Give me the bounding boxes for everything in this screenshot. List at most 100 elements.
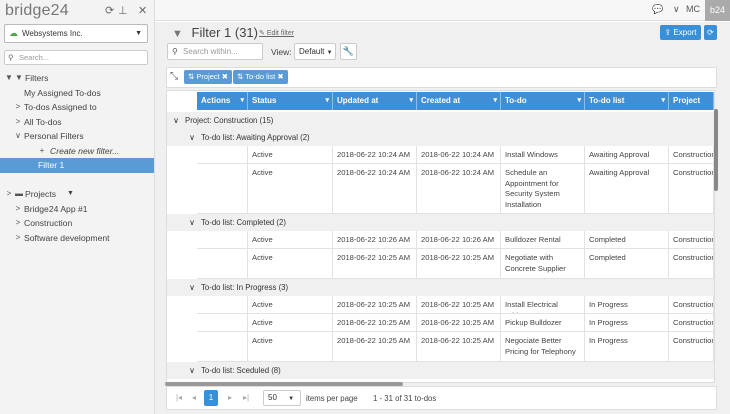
table-cell: Active: [248, 231, 333, 248]
sidebar-item[interactable]: > To-dos Assigned to: [0, 100, 154, 115]
table-row[interactable]: Active 2018-06-22 10:25 AM 2018-06-22 10:2…: [197, 296, 714, 314]
toggle-icon[interactable]: >: [5, 187, 13, 202]
group-chip-todo-list[interactable]: ⇅ To-do list ✖: [233, 70, 288, 84]
chevron-down-icon[interactable]: ▾: [661, 92, 665, 110]
column-header[interactable]: Status ▾: [248, 92, 333, 110]
horizontal-scrollbar[interactable]: [165, 382, 403, 386]
prev-page-button[interactable]: ◂: [187, 390, 201, 406]
next-page-button[interactable]: ▸: [223, 390, 237, 406]
column-header[interactable]: Project: [669, 92, 714, 110]
current-page-button[interactable]: 1: [204, 390, 218, 406]
export-button[interactable]: ⇪ Export: [660, 25, 701, 40]
table-cell: [197, 314, 248, 331]
settings-wrench-button[interactable]: 🔧: [340, 43, 357, 60]
sidebar-item[interactable]: > Bridge24 App #1: [0, 202, 154, 217]
main-panel: ▼ Filter 1 (31) ✎ Edit filter ⇪ Export ⟳…: [155, 22, 730, 414]
sidebar-item[interactable]: ▼ ▼ Filters: [0, 71, 154, 86]
table-row[interactable]: Active 2018-06-22 10:26 AM 2018-06-22 10:2…: [197, 231, 714, 249]
chat-icon[interactable]: 💬: [652, 4, 663, 15]
column-header[interactable]: To-do list ▾: [585, 92, 669, 110]
column-header[interactable]: Actions ▾: [197, 92, 248, 110]
group-row[interactable]: ∨ To-do list: In Progress (3): [167, 279, 714, 296]
table-row[interactable]: Active 2018-06-22 10:24 AM 2018-06-22 10:2…: [197, 164, 714, 214]
page-size-select[interactable]: 50 ▼: [263, 390, 301, 406]
table-row[interactable]: Active 2018-06-22 10:25 AM 2018-06-22 10:2…: [197, 332, 714, 362]
sidebar-item-label: Personal Filters: [24, 131, 84, 141]
close-icon[interactable]: ✕: [138, 4, 147, 17]
sidebar: bridge24 ⟳ ⊥ ✕ ☁ Websystems Inc. ▼ ⚲ Sea…: [0, 0, 155, 414]
sidebar-item[interactable]: > All To-dos: [0, 115, 154, 130]
column-header[interactable]: Updated at ▾: [333, 92, 417, 110]
brand-badge: b24: [705, 0, 730, 21]
first-page-button[interactable]: |◂: [172, 390, 186, 406]
pager: |◂ ◂ 1 ▸ ▸| 50 ▼ items per page 1 - 31 o…: [166, 386, 717, 410]
sidebar-item-label: Software development: [24, 232, 110, 243]
grid-search-input[interactable]: ⚲ Search within...: [167, 43, 263, 60]
pin-icon[interactable]: ⊥: [118, 4, 128, 17]
sidebar-item[interactable]: [0, 173, 154, 188]
table-cell: 2018-06-22 10:24 AM: [333, 164, 417, 213]
table-row[interactable]: Active 2018-06-22 10:24 AM 2018-06-22 10:2…: [197, 146, 714, 164]
column-header[interactable]: To-do ▾: [501, 92, 585, 110]
group-row[interactable]: ∨ Project: Construction (15): [167, 112, 714, 129]
table-cell: Construction: [669, 314, 714, 331]
chevron-down-icon[interactable]: ▾: [409, 92, 413, 110]
group-toggle-icon[interactable]: ∨: [187, 214, 197, 231]
group-toggle-icon[interactable]: ∨: [187, 129, 197, 146]
table-cell: Awaiting Approval: [585, 164, 669, 213]
refresh-icon[interactable]: ⟳: [105, 4, 114, 17]
sidebar-item-label: Bridge24 App #1: [24, 203, 88, 214]
toggle-icon[interactable]: >: [14, 202, 22, 217]
sidebar-search-input[interactable]: ⚲ Search...: [4, 50, 148, 65]
table-cell: Construction: [669, 249, 714, 278]
table-cell: Bulldozer Rental: [501, 231, 585, 248]
table-row[interactable]: Active 2018-06-22 10:25 AM 2018-06-22 10:2…: [197, 249, 714, 279]
sidebar-item[interactable]: > Software development: [0, 231, 154, 246]
view-select[interactable]: Default ▼: [294, 43, 336, 60]
group-row[interactable]: ∨ To-do list: Sceduled (8): [167, 362, 714, 379]
toggle-icon[interactable]: ▼: [5, 71, 13, 86]
toggle-icon[interactable]: >: [14, 216, 22, 231]
table-cell: Completed: [585, 231, 669, 248]
filter-icon: ▼: [172, 28, 183, 40]
caret-down-icon[interactable]: ▼: [67, 187, 74, 202]
user-initials[interactable]: MC: [686, 4, 700, 14]
column-header-label: Project: [673, 96, 701, 105]
vertical-scrollbar[interactable]: [714, 109, 718, 191]
page-range-label: 1 - 31 of 31 to-dos: [373, 394, 437, 403]
search-icon: ⚲: [172, 47, 178, 56]
table-cell: Construction: [669, 332, 714, 361]
workspace-select[interactable]: ☁ Websystems Inc. ▼: [4, 24, 148, 43]
collapse-groups-icon[interactable]: ⤡: [170, 71, 178, 82]
refresh-button[interactable]: ⟳: [704, 25, 717, 40]
toggle-icon[interactable]: >: [14, 100, 22, 115]
group-chip-project[interactable]: ⇅ Project ✖: [184, 70, 233, 84]
sidebar-item[interactable]: ∨ Personal Filters: [0, 129, 154, 144]
chevron-down-icon[interactable]: ▾: [577, 92, 581, 110]
table-row[interactable]: Active 2018-06-22 10:25 AM 2018-06-22 10:2…: [197, 314, 714, 332]
edit-filter-link[interactable]: ✎ Edit filter: [259, 29, 294, 37]
sidebar-item-label: Create new filter...: [50, 145, 120, 156]
chevron-down-icon[interactable]: ▾: [493, 92, 497, 110]
column-header[interactable]: Created at ▾: [417, 92, 501, 110]
chevron-down-icon[interactable]: ▾: [325, 92, 329, 110]
sidebar-item[interactable]: > Construction: [0, 216, 154, 231]
toggle-icon[interactable]: >: [14, 231, 22, 246]
group-row[interactable]: ∨ To-do list: Completed (2): [167, 214, 714, 231]
last-page-button[interactable]: ▸|: [239, 390, 253, 406]
group-toggle-icon[interactable]: ∨: [187, 279, 197, 296]
toggle-icon[interactable]: ∨: [14, 129, 22, 144]
sidebar-item[interactable]: My Assigned To-dos: [0, 86, 154, 101]
table-cell: [197, 164, 248, 213]
group-row[interactable]: ∨ To-do list: Awaiting Approval (2): [167, 129, 714, 146]
toggle-icon[interactable]: >: [14, 115, 22, 130]
sidebar-item[interactable]: + Create new filter...: [0, 144, 154, 159]
sidebar-item[interactable]: > ▬ Projects ▼: [0, 187, 154, 202]
sidebar-item[interactable]: Filter 1: [0, 158, 154, 173]
group-toggle-icon[interactable]: ∨: [171, 112, 181, 129]
chevron-down-icon[interactable]: ▾: [240, 92, 244, 110]
chevron-down-icon[interactable]: ∨: [673, 4, 680, 15]
grid-search-placeholder: Search within...: [183, 47, 238, 56]
chip-project-label: Project: [196, 72, 220, 81]
group-toggle-icon[interactable]: ∨: [187, 362, 197, 379]
